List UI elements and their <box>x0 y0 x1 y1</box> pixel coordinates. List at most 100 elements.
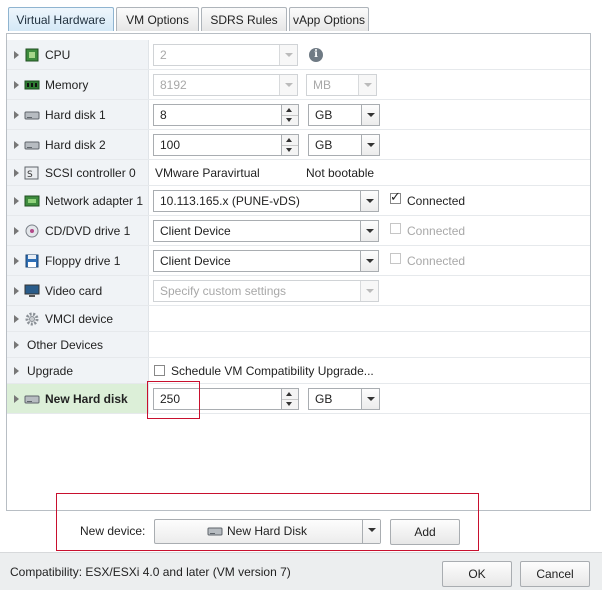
add-button[interactable]: Add <box>390 519 460 545</box>
chevron-down-icon[interactable] <box>361 389 379 409</box>
row-label-cell: Video card <box>7 276 149 305</box>
hard-disk-2-size-input[interactable]: 100 <box>153 134 299 156</box>
row-label: SCSI controller 0 <box>45 165 136 180</box>
row-network-adapter[interactable]: Network adapter 1 10.113.165.x (PUNE-vDS… <box>7 186 590 216</box>
row-cpu[interactable]: CPU 2 i <box>7 40 590 70</box>
row-video-card[interactable]: Video card Specify custom settings <box>7 276 590 306</box>
tab-vm-options[interactable]: VM Options <box>116 7 199 31</box>
select-value: Client Device <box>160 224 231 238</box>
row-label-cell: VMCI device <box>7 306 149 331</box>
ok-button[interactable]: OK <box>442 561 512 587</box>
row-other-devices[interactable]: Other Devices <box>7 332 590 358</box>
memory-unit-select[interactable]: MB <box>306 74 377 96</box>
tab-virtual-hardware[interactable]: Virtual Hardware <box>8 7 114 31</box>
chevron-down-icon[interactable] <box>360 191 378 211</box>
chevron-down-icon[interactable] <box>360 221 378 241</box>
spin-down-icon[interactable] <box>282 115 298 125</box>
chevron-down-icon[interactable] <box>358 75 376 95</box>
monitor-icon <box>24 284 40 298</box>
expand-arrow-icon[interactable] <box>14 256 19 265</box>
cd-connected-checkbox[interactable] <box>390 223 401 234</box>
row-label-cell: CD/DVD drive 1 <box>7 216 149 245</box>
new-hard-disk-unit-select[interactable]: GB <box>308 388 380 410</box>
expand-arrow-icon[interactable] <box>14 168 19 177</box>
network-select[interactable]: 10.113.165.x (PUNE-vDS) <box>153 190 379 212</box>
chevron-down-icon[interactable] <box>279 75 297 95</box>
spin-down-icon[interactable] <box>282 399 298 409</box>
spinner[interactable] <box>281 105 298 125</box>
scsi-boot-value: Not bootable <box>306 165 375 180</box>
spinner[interactable] <box>281 135 298 155</box>
tab-sdrs-rules[interactable]: SDRS Rules <box>201 7 287 31</box>
select-value: Specify custom settings <box>160 284 287 298</box>
chevron-down-icon[interactable] <box>361 135 379 155</box>
row-label-cell: Hard disk 1 <box>7 100 149 129</box>
row-label-cell: New Hard disk <box>7 384 149 413</box>
chevron-down-icon[interactable] <box>361 105 379 125</box>
expand-arrow-icon[interactable] <box>14 366 19 375</box>
spinner[interactable] <box>281 389 298 409</box>
scsi-controller-icon: S <box>24 166 40 180</box>
row-cd-dvd-drive[interactable]: CD/DVD drive 1 Client Device Connected <box>7 216 590 246</box>
row-hard-disk-2[interactable]: Hard disk 2 100 GB <box>7 130 590 160</box>
memory-select[interactable]: 8192 <box>153 74 298 96</box>
row-new-hard-disk[interactable]: New Hard disk 250 GB <box>7 384 590 414</box>
expand-arrow-icon[interactable] <box>14 110 19 119</box>
chevron-down-icon[interactable] <box>360 251 378 271</box>
row-label-cell: Hard disk 2 <box>7 130 149 159</box>
expand-arrow-icon[interactable] <box>14 314 19 323</box>
expand-arrow-icon[interactable] <box>14 226 19 235</box>
row-label: CPU <box>45 47 71 62</box>
info-icon[interactable]: i <box>309 48 323 62</box>
cpu-select[interactable]: 2 <box>153 44 298 66</box>
hard-disk-1-size-input[interactable]: 8 <box>153 104 299 126</box>
connected-label: Connected <box>407 253 466 268</box>
schedule-upgrade-label: Schedule VM Compatibility Upgrade... <box>171 363 374 378</box>
floppy-connected-checkbox[interactable] <box>390 253 401 264</box>
svg-text:S: S <box>27 170 33 180</box>
hard-disk-icon <box>24 108 40 122</box>
input-value: 8 <box>160 108 167 122</box>
select-value: 8192 <box>160 78 187 92</box>
schedule-upgrade-checkbox[interactable] <box>154 365 165 376</box>
new-device-select[interactable]: New Hard Disk <box>154 519 381 544</box>
chevron-down-icon[interactable] <box>362 520 380 543</box>
input-value: 100 <box>160 138 181 152</box>
row-floppy-drive[interactable]: Floppy drive 1 Client Device Connected <box>7 246 590 276</box>
tab-vapp-options[interactable]: vApp Options <box>289 7 369 31</box>
hard-disk-1-unit-select[interactable]: GB <box>308 104 380 126</box>
row-label: Other Devices <box>27 337 104 352</box>
chevron-down-icon[interactable] <box>360 281 378 301</box>
expand-arrow-icon[interactable] <box>14 340 19 349</box>
button-label: Cancel <box>536 567 574 581</box>
expand-arrow-icon[interactable] <box>14 80 19 89</box>
expand-arrow-icon[interactable] <box>14 286 19 295</box>
row-label-cell: Network adapter 1 <box>7 186 149 215</box>
scsi-type-value: VMware Paravirtual <box>155 165 260 180</box>
tab-label: vApp Options <box>292 13 366 27</box>
expand-arrow-icon[interactable] <box>14 50 19 59</box>
row-upgrade[interactable]: Upgrade Schedule VM Compatibility Upgrad… <box>7 358 590 384</box>
row-label: Memory <box>45 77 89 92</box>
cd-dvd-icon <box>24 224 40 238</box>
row-label: Video card <box>45 283 103 298</box>
row-memory[interactable]: Memory 8192 MB <box>7 70 590 100</box>
network-connected-checkbox[interactable]: ✓ <box>390 190 401 204</box>
connected-label: Connected <box>407 193 466 208</box>
row-hard-disk-1[interactable]: Hard disk 1 8 GB <box>7 100 590 130</box>
row-vmci-device[interactable]: VMCI device <box>7 306 590 332</box>
expand-arrow-icon[interactable] <box>14 140 19 149</box>
floppy-select[interactable]: Client Device <box>153 250 379 272</box>
cd-dvd-select[interactable]: Client Device <box>153 220 379 242</box>
hard-disk-2-unit-select[interactable]: GB <box>308 134 380 156</box>
row-label: Hard disk 2 <box>45 137 106 152</box>
select-value: Client Device <box>160 254 231 268</box>
video-card-select[interactable]: Specify custom settings <box>153 280 379 302</box>
row-scsi-controller[interactable]: S SCSI controller 0 VMware Paravirtual N… <box>7 160 590 186</box>
spin-down-icon[interactable] <box>282 145 298 155</box>
chevron-down-icon[interactable] <box>279 45 297 65</box>
expand-arrow-icon[interactable] <box>14 196 19 205</box>
row-label-cell: Memory <box>7 70 149 99</box>
expand-arrow-icon[interactable] <box>14 394 19 403</box>
cancel-button[interactable]: Cancel <box>520 561 590 587</box>
